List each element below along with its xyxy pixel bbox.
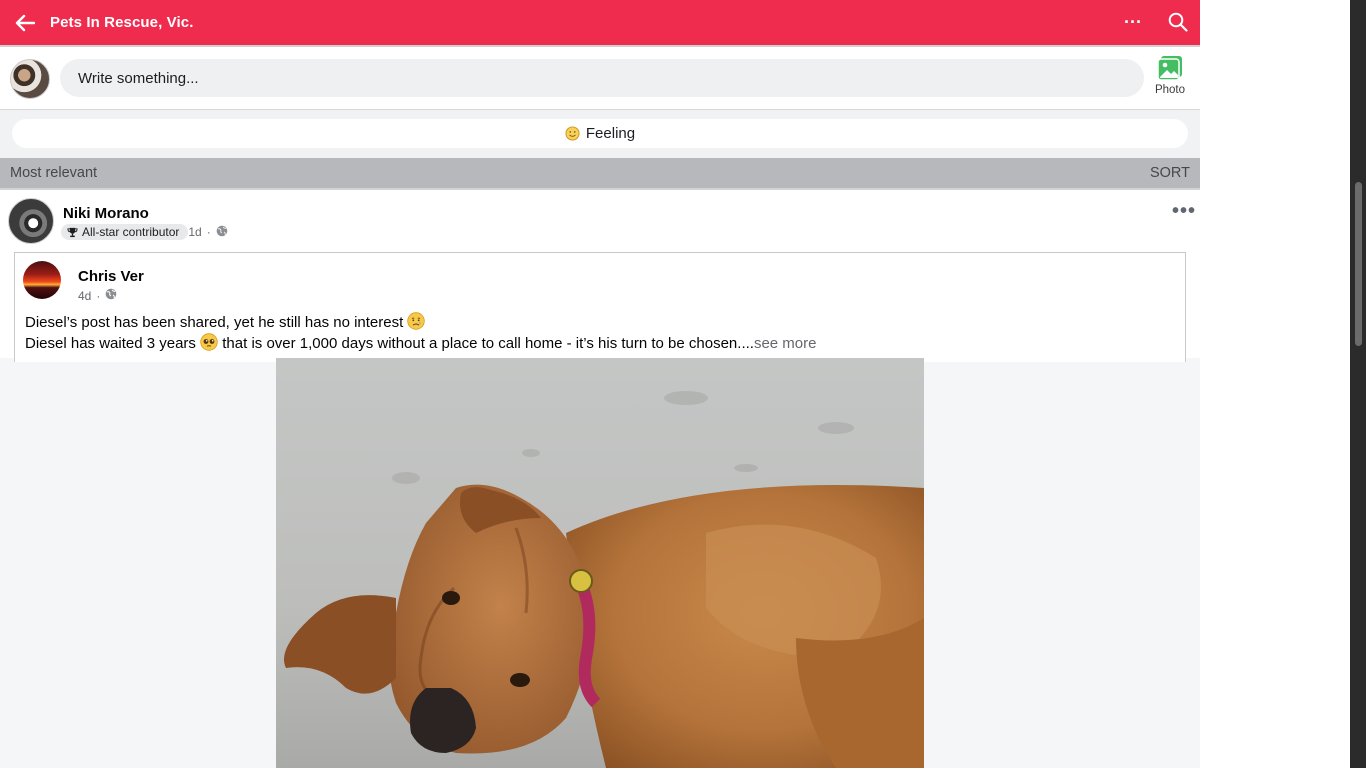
- write-something-input[interactable]: Write something...: [60, 59, 1144, 97]
- shared-author-avatar[interactable]: [23, 261, 61, 299]
- globe-icon: [216, 225, 228, 240]
- post-text-line-2: Diesel has waited 3 years that is over 1…: [25, 333, 816, 355]
- shared-post-meta: 4d ·: [78, 288, 117, 303]
- post-meta: All-star contributor 1d ·: [61, 224, 228, 240]
- post-text: Diesel has waited 3 years: [25, 335, 196, 352]
- right-gutter: [1200, 0, 1366, 768]
- badge-label: All-star contributor: [82, 225, 180, 239]
- search-button[interactable]: [1162, 6, 1194, 38]
- photo-label: Photo: [1154, 84, 1186, 96]
- post-text-line-1: Diesel’s post has been shared, yet he st…: [25, 312, 426, 334]
- photo-icon: [1157, 56, 1182, 81]
- see-more-link[interactable]: see more: [754, 335, 817, 352]
- sort-button[interactable]: SORT: [1150, 165, 1190, 181]
- feeling-label: Feeling: [585, 125, 636, 142]
- globe-icon: [105, 288, 117, 303]
- meta-separator: ·: [96, 288, 101, 303]
- dog-photo-image: [276, 358, 924, 768]
- post-time[interactable]: 1d: [188, 225, 201, 239]
- meta-separator: ·: [206, 225, 211, 239]
- feeling-button[interactable]: Feeling: [12, 119, 1188, 148]
- scrollbar-track[interactable]: [1350, 0, 1366, 768]
- post-author-avatar[interactable]: [8, 198, 54, 244]
- photo-button[interactable]: Photo: [1150, 55, 1190, 105]
- arrow-left-icon: [15, 14, 35, 31]
- post-photo[interactable]: [276, 358, 924, 768]
- back-button[interactable]: [0, 0, 50, 45]
- post-text: that is over 1,000 days without a place …: [222, 335, 754, 352]
- trophy-icon: [67, 227, 78, 238]
- sad-face-icon: [407, 312, 426, 334]
- scrollbar-thumb[interactable]: [1355, 182, 1362, 346]
- pleading-face-icon: [200, 333, 218, 355]
- search-icon: [1168, 12, 1188, 32]
- feeling-row: Feeling: [0, 110, 1200, 158]
- sort-label: Most relevant: [10, 165, 98, 181]
- post-author-name[interactable]: Niki Morano: [63, 205, 149, 222]
- group-title: Pets In Rescue, Vic.: [50, 14, 194, 31]
- app-window: Pets In Rescue, Vic. ··· Write something…: [0, 0, 1200, 768]
- post-card: Niki Morano All-star contributor 1d · ••…: [0, 190, 1200, 362]
- sort-bar: Most relevant SORT: [0, 158, 1200, 188]
- post-more-button[interactable]: •••: [1172, 201, 1196, 221]
- smile-icon: [565, 126, 580, 141]
- user-avatar[interactable]: [10, 59, 50, 99]
- shared-author-name[interactable]: Chris Ver: [78, 268, 144, 285]
- post-text: Diesel’s post has been shared, yet he st…: [25, 314, 404, 331]
- shared-post-time[interactable]: 4d: [78, 289, 91, 303]
- post-composer: Write something... Photo: [0, 47, 1200, 109]
- contributor-badge[interactable]: All-star contributor: [61, 224, 189, 240]
- top-bar: Pets In Rescue, Vic. ···: [0, 0, 1200, 45]
- more-options-button[interactable]: ···: [1117, 8, 1149, 36]
- shared-post[interactable]: Chris Ver 4d · Diesel’s post has been sh…: [14, 252, 1186, 362]
